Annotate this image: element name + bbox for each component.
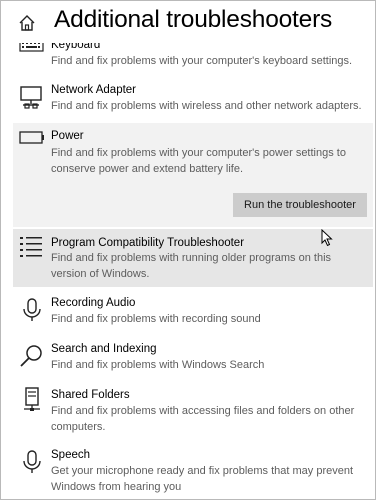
- home-icon[interactable]: [18, 14, 36, 32]
- troubleshooter-title: Network Adapter: [51, 84, 137, 96]
- search-icon: [20, 345, 42, 367]
- troubleshooter-item-speech[interactable]: Speech Get your microphone ready and fix…: [13, 447, 373, 497]
- troubleshooter-item-power[interactable]: Power Find and fix problems with your co…: [13, 123, 373, 227]
- troubleshooter-description: Find and fix problems with accessing fil…: [51, 405, 355, 433]
- troubleshooter-description: Get your microphone ready and fix proble…: [51, 465, 354, 493]
- page-header: Additional troubleshooters: [1, 1, 375, 43]
- page-title: Additional troubleshooters: [54, 6, 333, 33]
- troubleshooter-description: Find and fix problems with Windows Searc…: [51, 359, 265, 371]
- troubleshooter-item-recording-audio[interactable]: Recording Audio Find and fix problems wi…: [13, 295, 373, 331]
- troubleshooter-item-program-compatibility[interactable]: Program Compatibility Troubleshooter Fin…: [13, 229, 373, 287]
- settings-window: Keyboard Find and fix problems with your…: [0, 0, 376, 500]
- troubleshooter-title: Recording Audio: [51, 297, 136, 309]
- troubleshooter-description: Find and fix problems with wireless and …: [51, 100, 362, 112]
- troubleshooter-description: Find and fix problems with your computer…: [51, 55, 353, 67]
- microphone-icon: [23, 450, 41, 473]
- troubleshooter-item-network-adapter[interactable]: Network Adapter Find and fix problems wi…: [13, 81, 373, 117]
- troubleshooter-item-search-indexing[interactable]: Search and Indexing Find and fix problem…: [13, 341, 373, 377]
- troubleshooter-title: Shared Folders: [51, 389, 130, 401]
- mouse-cursor-icon: [321, 229, 333, 247]
- troubleshooter-title: Power: [51, 130, 84, 142]
- battery-icon: [19, 131, 44, 144]
- troubleshooter-list: Keyboard Find and fix problems with your…: [1, 1, 375, 499]
- troubleshooter-description: Find and fix problems with your computer…: [51, 147, 346, 175]
- troubleshooter-description: Find and fix problems with running older…: [51, 252, 332, 280]
- network-adapter-icon: [20, 86, 42, 109]
- list-icon: [20, 237, 42, 257]
- troubleshooter-title: Search and Indexing: [51, 343, 157, 355]
- microphone-icon: [23, 298, 41, 321]
- troubleshooter-title: Program Compatibility Troubleshooter: [51, 237, 245, 249]
- troubleshooter-title: Speech: [51, 449, 91, 461]
- troubleshooter-description: Find and fix problems with recording sou…: [51, 313, 261, 325]
- shared-folder-icon: [24, 387, 40, 411]
- troubleshooter-item-shared-folders[interactable]: Shared Folders Find and fix problems wit…: [13, 387, 373, 437]
- run-troubleshooter-button[interactable]: Run the troubleshooter: [233, 193, 367, 217]
